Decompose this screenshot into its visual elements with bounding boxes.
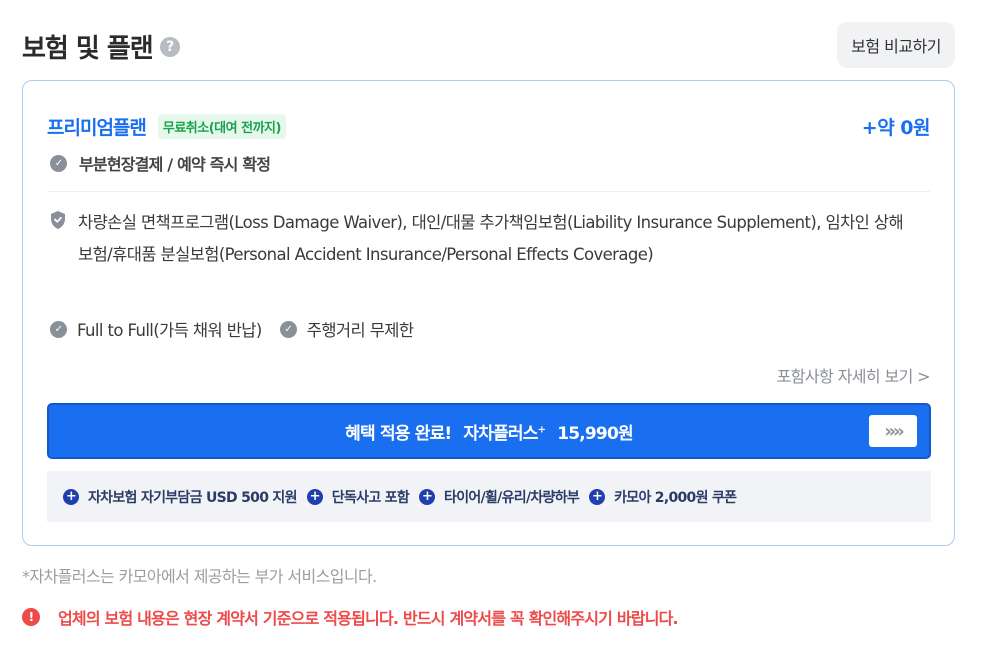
benefit-applied-button[interactable]: 혜택 적용 완료! 자차플러스+ 15,990원 »» [47,403,931,459]
benefit-status: 혜택 적용 완료! [345,423,452,444]
feature-list: ✓ Full to Full(가득 채워 반납) ✓ 주행거리 무제한 [50,317,431,341]
warning-message: ! 업체의 보험 내용은 현장 계약서 기준으로 적용됩니다. 반드시 계약서를… [22,605,679,629]
feature-label: Full to Full(가득 채워 반납) [77,321,262,340]
perk-item: + 타이어/휠/유리/차량하부 [419,487,580,507]
payment-info: ✓ 부분현장결제 / 예약 즉시 확정 [50,151,271,175]
plus-circle-icon: + [63,488,79,505]
exclamation-icon: ! [22,608,40,626]
free-cancel-badge: 무료취소(대여 전까지) [157,113,286,139]
shield-icon [51,211,65,229]
feature-item: ✓ Full to Full(가득 채워 반납) [50,317,262,341]
section-title-text: 보험 및 플랜 [22,34,154,64]
double-chevron-right-icon[interactable]: »» [869,415,917,447]
perk-label: 자차보험 자기부담금 USD 500 지원 [88,489,297,506]
feature-item: ✓ 주행거리 무제한 [279,317,414,341]
plus-circle-icon: + [306,488,323,505]
perk-label: 카모아 2,000원 쿠폰 [614,489,737,506]
coverage-detail-link[interactable]: 포함사항 자세히 보기 > [777,363,931,387]
plan-card[interactable]: 프리미엄플랜 무료취소(대여 전까지) +약 0원 ✓ 부분현장결제 / 예약 … [22,80,955,546]
coverage-info: 차량손실 면책프로그램(Loss Damage Waiver), 대인/대물 추… [50,207,910,271]
section-header: 보험 및 플랜 ? 보험 비교하기 [22,22,955,68]
check-circle-icon: ✓ [50,154,67,172]
benefit-text: 혜택 적용 완료! 자차플러스+ 15,990원 [345,419,633,444]
perk-item: + 카모아 2,000원 쿠폰 [589,487,737,507]
check-circle-icon: ✓ [50,320,67,338]
plus-circle-icon: + [419,488,436,505]
divider [47,191,930,192]
question-icon[interactable]: ? [159,36,180,57]
compare-insurance-button[interactable]: 보험 비교하기 [837,22,955,68]
check-circle-icon: ✓ [279,320,297,338]
perk-label: 타이어/휠/유리/차량하부 [444,489,580,506]
plan-header-row: 프리미엄플랜 무료취소(대여 전까지) +약 0원 [47,111,931,141]
benefit-service-mark: + [537,423,546,435]
section-title: 보험 및 플랜 ? [22,28,180,65]
warning-text: 업체의 보험 내용은 현장 계약서 기준으로 적용됩니다. 반드시 계약서를 꼭… [58,609,679,628]
perk-item: + 자차보험 자기부담금 USD 500 지원 [63,487,297,507]
service-note: *자차플러스는 카모아에서 제공하는 부가 서비스입니다. [22,567,377,586]
benefit-price: 15,990원 [557,423,633,444]
plan-price: +약 0원 [861,116,931,139]
perk-list: + 자차보험 자기부담금 USD 500 지원 + 단독사고 포함 + 타이어/… [47,471,931,522]
perk-item: + 단독사고 포함 [306,487,410,507]
perk-label: 단독사고 포함 [331,489,410,506]
benefit-service: 자차플러스 [463,423,538,444]
plan-name: 프리미엄플랜 [47,116,147,139]
plus-circle-icon: + [589,488,606,505]
feature-label: 주행거리 무제한 [306,321,414,340]
payment-text: 부분현장결제 / 예약 즉시 확정 [79,155,271,174]
coverage-text: 차량손실 면책프로그램(Loss Damage Waiver), 대인/대물 추… [78,213,904,264]
